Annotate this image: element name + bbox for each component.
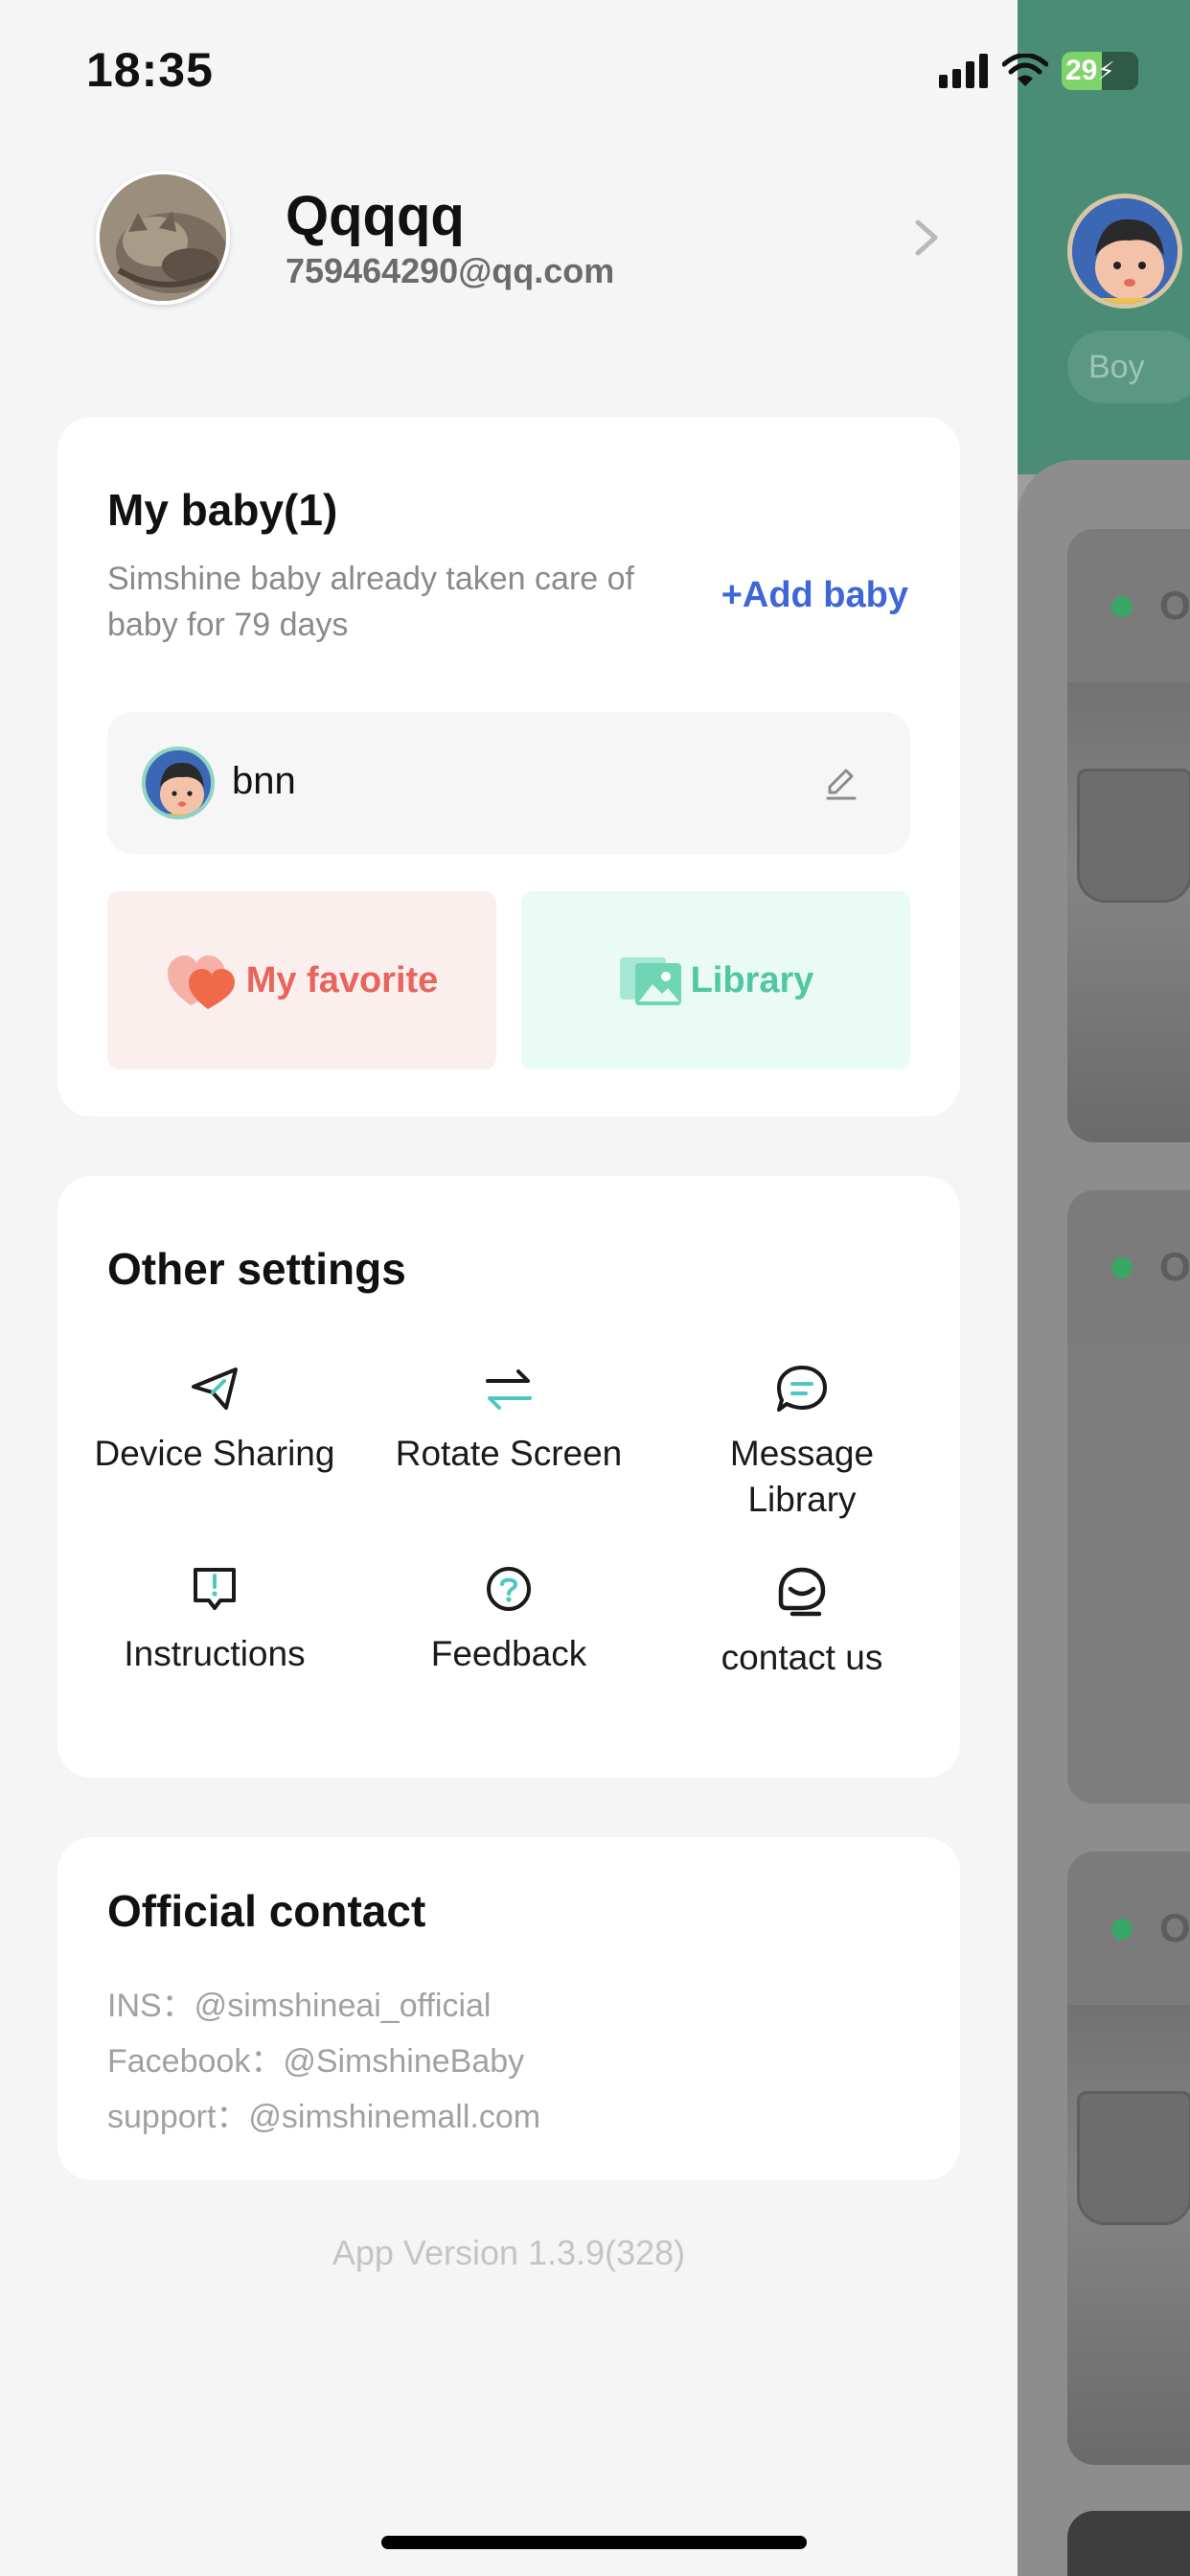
question-icon	[487, 1567, 531, 1611]
contact-us-label: contact us	[721, 1638, 883, 1677]
camera-card[interactable]	[1067, 2511, 1190, 2576]
battery-icon: 29⚡	[1062, 52, 1138, 90]
contact-instagram[interactable]: INS：@simshineai_official	[107, 1979, 491, 2026]
other-settings-title: Other settings	[107, 1244, 406, 1294]
profile-name[interactable]: Qqqqq	[286, 184, 465, 248]
message-library-label: Message Library	[729, 1434, 875, 1519]
background-baby-avatar[interactable]	[1067, 194, 1182, 309]
camera-preview	[1067, 682, 1190, 1142]
chat-bubble-icon	[777, 1366, 827, 1412]
camera-card[interactable]: O	[1067, 529, 1190, 1142]
online-status-dot	[1111, 1919, 1133, 1940]
cellular-signal-icon	[939, 54, 988, 88]
library-label: Library	[690, 959, 814, 1000]
home-indicator[interactable]	[381, 2536, 807, 2549]
camera-preview	[1067, 2005, 1190, 2465]
status-time: 18:35	[86, 43, 214, 97]
baby-care-description: Simshine baby already taken care of baby…	[107, 561, 634, 643]
edit-pencil-icon[interactable]	[820, 762, 862, 804]
background-app-preview[interactable]: Boy O O O	[1018, 0, 1190, 2576]
baby-name: bnn	[232, 760, 296, 802]
device-sharing-label: Device Sharing	[94, 1434, 335, 1473]
rotate-screen-button[interactable]: Rotate Screen	[365, 1364, 652, 1477]
feedback-button[interactable]: Feedback	[365, 1564, 652, 1677]
chevron-right-icon[interactable]	[910, 217, 943, 259]
online-status-dot	[1111, 1257, 1133, 1278]
camera-status-text: O	[1159, 1244, 1190, 1289]
headset-chat-icon	[778, 1567, 826, 1617]
rotate-screen-label: Rotate Screen	[395, 1434, 623, 1473]
my-favorite-label: My favorite	[245, 959, 439, 1000]
add-baby-button[interactable]: +Add baby	[721, 575, 908, 616]
profile-avatar[interactable]	[96, 171, 230, 305]
official-contact-card: Official contact INS：@simshineai_officia…	[57, 1837, 960, 2180]
feedback-label: Feedback	[430, 1634, 587, 1673]
my-baby-card: My baby(1) Simshine baby already taken c…	[57, 417, 960, 1116]
profile-email: 759464290@qq.com	[286, 251, 615, 290]
other-settings-card: Other settings Device Sharing Rotate Scr…	[57, 1176, 960, 1778]
gender-chip[interactable]: Boy	[1067, 331, 1190, 403]
online-status-dot	[1111, 596, 1133, 617]
camera-preview	[1067, 1344, 1190, 1804]
camera-card[interactable]: O	[1067, 1190, 1190, 1804]
instructions-button[interactable]: Instructions	[71, 1564, 358, 1677]
baby-profile-row[interactable]: bnn	[107, 712, 910, 854]
app-version: App Version 1.3.9(328)	[332, 2233, 686, 2272]
camera-status-text: O	[1159, 1905, 1190, 1950]
my-baby-title: My baby(1)	[107, 485, 338, 535]
official-contact-title: Official contact	[107, 1886, 426, 1936]
camera-preview-object	[1077, 2091, 1190, 2225]
contact-us-button[interactable]: contact us	[658, 1564, 946, 1681]
battery-level: 29	[1065, 55, 1098, 86]
camera-card[interactable]: O	[1067, 1852, 1190, 2465]
my-favorite-button[interactable]: My favorite	[107, 891, 496, 1070]
device-sharing-button[interactable]: Device Sharing	[71, 1364, 358, 1477]
message-library-button[interactable]: Message Library	[658, 1364, 946, 1523]
status-icons-group: 29⚡	[939, 52, 1138, 90]
send-icon	[192, 1368, 238, 1410]
photo-library-icon	[619, 957, 681, 1005]
wifi-icon	[1002, 54, 1048, 86]
library-button[interactable]: Library	[521, 891, 910, 1070]
baby-avatar	[142, 747, 215, 819]
camera-preview-object	[1077, 769, 1190, 903]
info-book-icon	[194, 1568, 236, 1610]
contact-support[interactable]: support：@simshinemall.com	[107, 2090, 540, 2137]
camera-status-text: O	[1159, 583, 1190, 628]
heart-icon	[167, 955, 235, 1009]
contact-facebook[interactable]: Facebook：@SimshineBaby	[107, 2035, 524, 2082]
side-drawer: 18:35 Qqqqq 759464290@qq.com My baby(1) …	[0, 0, 1018, 2576]
instructions-label: Instructions	[124, 1634, 306, 1673]
rotate-arrows-icon	[486, 1369, 532, 1410]
